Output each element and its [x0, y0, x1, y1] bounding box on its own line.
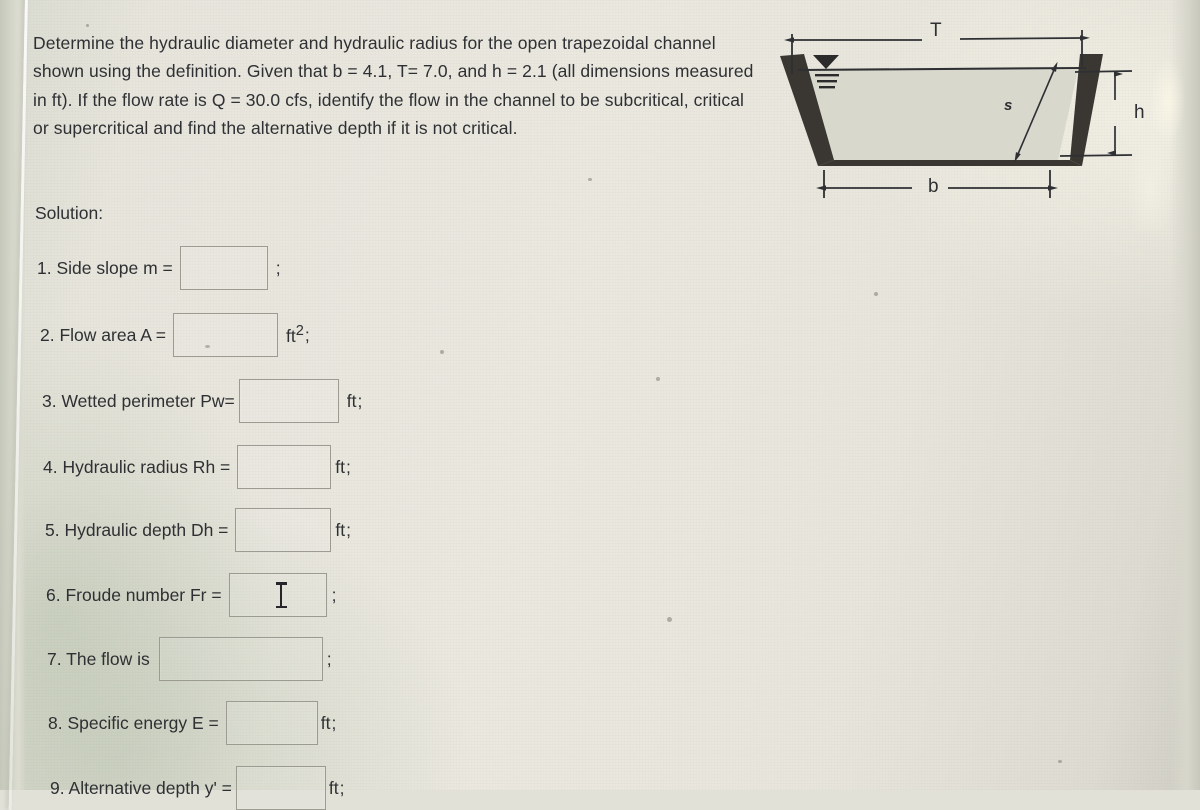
wetted-perimeter-input[interactable] — [238, 379, 339, 423]
unit-4: ft — [335, 456, 345, 477]
row-terminator-5: ; — [346, 519, 352, 540]
froude-number-input[interactable] — [228, 573, 327, 617]
answer-label-9: 9. Alternative depth y' = — [50, 777, 232, 798]
answer-row-9: 9. Alternative depth y' = ft ; — [50, 766, 345, 810]
answer-label-2: 2. Flow area A = — [40, 324, 167, 345]
answer-row-5: 5. Hydraulic depth Dh = ft ; — [45, 508, 351, 552]
problem-content: Determine the hydraulic diameter and hyd… — [0, 0, 790, 810]
channel-diagram-svg — [780, 30, 1133, 198]
label-h: h — [1134, 102, 1145, 123]
row-terminator-4: ; — [346, 456, 351, 477]
answer-label-6: 6. Froude number Fr = — [46, 584, 222, 605]
page-right-edge — [1170, 0, 1200, 790]
answer-label-8: 8. Specific energy E = — [48, 712, 219, 733]
row-terminator-1: ; — [275, 257, 281, 278]
answer-row-6: 6. Froude number Fr = ; — [46, 573, 336, 617]
water-surface-line — [797, 66, 1087, 72]
row-terminator-8: ; — [331, 712, 337, 733]
row-terminator-6: ; — [331, 584, 337, 605]
answer-row-2: 2. Flow area A = ft2 ; — [40, 313, 310, 357]
answer-label-3: 3. Wetted perimeter Pw= — [42, 390, 235, 411]
answer-row-8: 8. Specific energy E = ft ; — [48, 701, 336, 745]
answer-row-4: 4. Hydraulic radius Rh = ft ; — [43, 445, 351, 489]
channel-cross-section-figure: T b h s — [770, 8, 1170, 223]
answer-label-5: 5. Hydraulic depth Dh = — [45, 519, 229, 540]
unit-5: ft — [335, 519, 346, 540]
unit-9: ft — [328, 777, 339, 798]
answer-label-1: 1. Side slope m = — [37, 257, 173, 278]
answer-row-1: 1. Side slope m = ; — [37, 246, 281, 290]
flow-area-input[interactable] — [173, 313, 279, 357]
answer-label-7: 7. The flow is — [47, 648, 150, 669]
answer-label-4: 4. Hydraulic radius Rh = — [43, 456, 231, 477]
label-T: T — [930, 20, 942, 41]
specific-energy-input[interactable] — [225, 701, 318, 745]
answer-row-7: 7. The flow is ; — [47, 637, 332, 681]
unit-8: ft — [320, 712, 331, 733]
flow-classification-input[interactable] — [158, 637, 323, 681]
label-b: b — [928, 176, 939, 197]
answer-row-3: 3. Wetted perimeter Pw= ft ; — [42, 379, 362, 423]
side-slope-input[interactable] — [179, 246, 268, 290]
row-terminator-9: ; — [339, 777, 345, 798]
row-terminator-3: ; — [357, 390, 363, 411]
unit-2: ft2 — [286, 323, 304, 346]
row-terminator-2: ; — [304, 324, 310, 345]
solution-heading: Solution: — [35, 203, 104, 223]
water-fill — [806, 70, 1078, 160]
label-s: s — [1004, 97, 1013, 114]
alternative-depth-input[interactable] — [235, 766, 326, 810]
text-cursor-icon — [275, 582, 287, 608]
problem-statement: Determine the hydraulic diameter and hyd… — [33, 33, 754, 139]
hydraulic-radius-input[interactable] — [237, 445, 332, 489]
hydraulic-depth-input[interactable] — [235, 508, 332, 552]
unit-3: ft — [346, 390, 357, 411]
row-terminator-7: ; — [326, 648, 332, 669]
